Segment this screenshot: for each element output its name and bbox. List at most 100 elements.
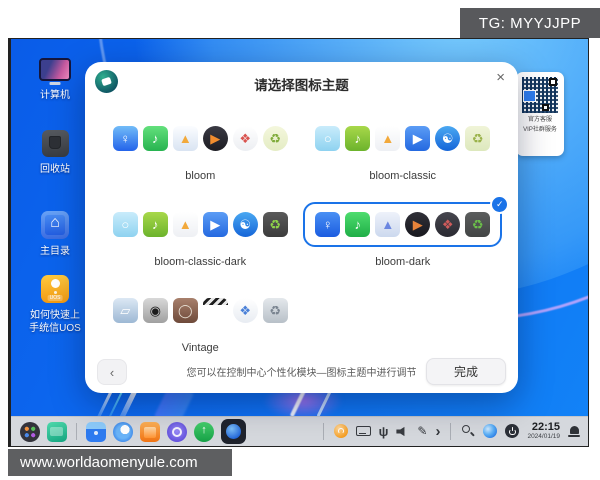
theme-icons-Vintage: ▱ ◉ ◯ ▶ ❖ ♻ — [101, 288, 300, 333]
music-icon: ♪ — [142, 126, 168, 151]
theme-label: bloom-classic-dark — [154, 256, 247, 268]
qr-code — [522, 77, 558, 113]
uos-badge: UOS — [47, 295, 63, 301]
done-button[interactable]: 完成 — [426, 358, 506, 385]
theme-option-Vintage[interactable]: ▱ ◉ ◯ ▶ ❖ ♻ Vintage — [101, 288, 300, 354]
update-icon[interactable] — [333, 424, 348, 439]
volume-icon[interactable] — [396, 426, 405, 437]
desktop: 计算机回收站主目录 UOS 如何快速上手统信UOS 官方客服 VIP社群服务 请选择… — [8, 38, 589, 447]
theme-icons-bloom-classic: ○ ♪ ▲ ▶ ☯ ♻ — [303, 116, 502, 161]
theme-grid: ♀ ♪ ▲ ▶ ❖ ♻ bloom ○ ♪ ▲ ▶ ☯ ♻ bloom-classic ○ ♪ ▲ ▶ ☯ ♻ bloo… — [99, 116, 510, 354]
trash-dark-icon: ♻ — [465, 212, 491, 237]
browser-icon: ☯ — [435, 126, 461, 151]
record-player-icon: ◉ — [142, 298, 168, 323]
desktop-icon-label: 计算机 — [40, 90, 70, 101]
theme-option-bloom-classic[interactable]: ○ ♪ ▲ ▶ ☯ ♻ bloom-classic — [303, 116, 502, 182]
desktop-icon-label: 如何快速上手统信UOS — [29, 310, 81, 334]
control-center-icon[interactable] — [167, 421, 187, 442]
icon-theme-dialog: 请选择图标主题 × ♀ ♪ ▲ ▶ ❖ ♻ bloom ○ ♪ ▲ ▶ ☯ ♻ bloom-classic… — [85, 62, 518, 393]
file-manager-dark-icon: ♀ — [315, 212, 341, 237]
taskbar-separator — [76, 423, 77, 440]
theme-label: bloom-classic — [369, 170, 437, 182]
taskbar-clock[interactable]: 22:15 2024/01/19 — [527, 422, 560, 440]
app-store-icon[interactable] — [140, 421, 160, 442]
desktop-icon-recycle-bin[interactable]: 回收站 — [23, 126, 87, 177]
network-icon[interactable] — [483, 424, 498, 439]
bottom-watermark-text: www.worldaomenyule.com — [20, 454, 198, 471]
video-classic-icon: ▶ — [202, 212, 228, 237]
pen-icon[interactable] — [417, 425, 427, 437]
qr-caption-line2: VIP社群服务 — [523, 126, 557, 133]
file-manager-icon: ♀ — [112, 126, 138, 151]
video-dark-icon: ▶ — [405, 212, 431, 237]
app-store-icon: ❖ — [232, 126, 258, 151]
taskbar-right: 22:15 2024/01/19 — [321, 422, 588, 440]
music-vinyl-icon: ♪ — [345, 126, 371, 151]
search-icon[interactable] — [461, 424, 475, 438]
trash-icon: ♻ — [262, 126, 288, 151]
desktop-icon-uos-guide[interactable]: UOS 如何快速上手统信UOS — [23, 272, 87, 335]
video-icon: ▶ — [202, 126, 228, 151]
terminal-icon[interactable] — [47, 421, 67, 442]
video-classic-icon: ▶ — [405, 126, 431, 151]
dots-app-icon: ❖ — [232, 298, 258, 323]
uos-guide-icon[interactable]: UOS — [38, 272, 72, 306]
computer-icon[interactable] — [38, 52, 72, 86]
selected-check-badge: ✓ — [490, 195, 510, 214]
music-vinyl-icon: ♪ — [142, 212, 168, 237]
trash-metal-icon: ♻ — [262, 298, 288, 323]
taskbar-left — [11, 419, 246, 444]
dialog-title: 请选择图标主题 — [254, 78, 349, 93]
photos-classic-icon: ▲ — [172, 212, 198, 237]
file-manager-icon[interactable] — [86, 421, 106, 442]
theme-option-bloom-dark[interactable]: ♀ ♪ ▲ ▶ ❖ ♻ ✓ bloom-dark — [303, 195, 510, 268]
theme-icons-bloom: ♀ ♪ ▲ ▶ ❖ ♻ — [101, 116, 300, 161]
software-center-icon[interactable] — [194, 421, 214, 442]
file-manager-classic-icon: ○ — [315, 126, 341, 151]
top-watermark: TG: MYYJJPP — [460, 8, 600, 38]
taskbar: 22:15 2024/01/19 — [11, 416, 588, 446]
file-manager-classic-icon: ○ — [112, 212, 138, 237]
clapperboard-icon: ▶ — [202, 298, 228, 323]
home-icon[interactable] — [38, 208, 72, 242]
close-icon[interactable]: × — [496, 70, 505, 85]
theme-icons-bloom-dark: ♀ ♪ ▲ ▶ ❖ ♻ ✓ — [303, 195, 510, 247]
theme-icons-bloom-classic-dark: ○ ♪ ▲ ▶ ☯ ♻ — [101, 202, 300, 247]
launcher-icon[interactable] — [20, 421, 40, 442]
desktop-icon-label: 主目录 — [40, 246, 70, 257]
bottom-watermark: www.worldaomenyule.com — [8, 449, 232, 476]
dialog-footer: ‹ 您可以在控制中心个性化模块—图标主题中进行调节 完成 — [85, 353, 518, 393]
qr-center-logo-icon — [523, 90, 536, 102]
photos-icon: ▲ — [172, 126, 198, 151]
taskbar-date: 2024/01/19 — [527, 432, 560, 440]
desktop-icon-label: 回收站 — [40, 164, 70, 175]
theme-label: bloom — [185, 170, 216, 182]
qr-caption-line1: 官方客服 — [527, 117, 552, 123]
usb-icon[interactable] — [379, 425, 389, 438]
desktop-icon-home[interactable]: 主目录 — [23, 208, 87, 259]
folder-vintage-icon: ▱ — [112, 298, 138, 323]
theme-option-bloom[interactable]: ♀ ♪ ▲ ▶ ❖ ♻ bloom — [101, 116, 300, 182]
trash-basket-icon: ♻ — [465, 126, 491, 151]
power-icon[interactable] — [505, 424, 520, 439]
notification-bell-icon[interactable] — [568, 425, 580, 438]
photo-viewer-vintage-icon: ◯ — [172, 298, 198, 323]
theme-label: bloom-dark — [375, 256, 431, 268]
qr-panel: 官方客服 VIP社群服务 — [516, 72, 564, 156]
photos-classic-icon: ▲ — [375, 126, 401, 151]
desktop-icon-computer[interactable]: 计算机 — [23, 52, 87, 103]
browser-icon[interactable] — [113, 421, 133, 442]
top-watermark-text: TG: MYYJJPP — [478, 14, 582, 32]
browser-icon: ☯ — [232, 212, 258, 237]
recycle-bin-icon[interactable] — [38, 126, 72, 160]
chevron-icon[interactable] — [435, 424, 440, 439]
keyboard-icon[interactable] — [355, 426, 371, 437]
taskbar-separator — [322, 422, 324, 440]
theme-switcher-active-app-icon[interactable] — [221, 419, 246, 444]
taskbar-separator — [450, 422, 452, 440]
app-store-dark-icon: ❖ — [435, 212, 461, 237]
theme-option-bloom-classic-dark[interactable]: ○ ♪ ▲ ▶ ☯ ♻ bloom-classic-dark — [101, 202, 300, 268]
trash-dark-can-icon: ♻ — [262, 212, 288, 237]
music-dark-icon: ♪ — [345, 212, 371, 237]
photos-dark-icon: ▲ — [375, 212, 401, 237]
